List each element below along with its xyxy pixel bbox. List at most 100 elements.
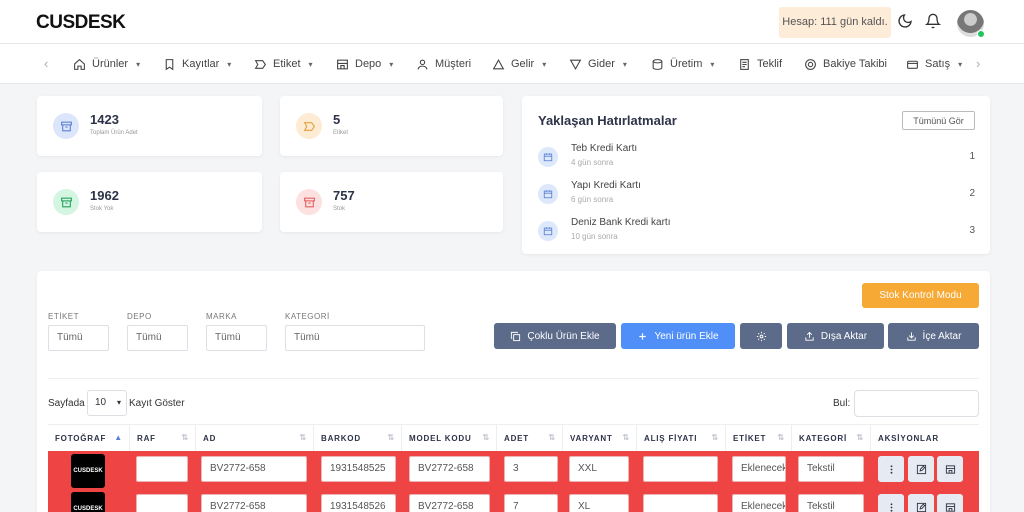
nav-item-urunler[interactable]: Ürünler ▾ xyxy=(73,44,140,84)
new-product-button[interactable]: Yeni ürün Ekle xyxy=(621,323,735,349)
adet-input[interactable]: 7 xyxy=(504,494,558,512)
document-icon xyxy=(740,58,749,70)
divider xyxy=(48,378,979,379)
adet-input[interactable]: 3 xyxy=(504,456,558,482)
calendar-icon xyxy=(538,184,558,204)
database-icon xyxy=(652,58,663,70)
filter-etiket-select[interactable]: Tümü xyxy=(48,325,109,351)
table-row: CUSDESK BV2772-658 1931548526 BV2772-658… xyxy=(48,489,979,512)
filter-label-depo: DEPO xyxy=(127,312,152,321)
column-header-kategori[interactable]: KATEGORİ ⇅ xyxy=(792,425,871,451)
ad-input[interactable]: BV2772-658 xyxy=(201,494,307,512)
reminder-item[interactable]: Yapı Kredi Kartı 6 gün sonra 2 xyxy=(538,180,975,210)
model-input[interactable]: BV2772-658 xyxy=(409,494,490,512)
column-header-model[interactable]: MODEL KODU ⇅ xyxy=(402,425,497,451)
dots-vertical-icon xyxy=(890,464,892,474)
nav-item-satis[interactable]: Satış ▾ xyxy=(906,44,962,84)
user-icon xyxy=(417,59,428,69)
stat-label: Toplam Ürün Adet xyxy=(90,130,138,136)
alis-fiyati-input[interactable] xyxy=(643,456,718,482)
page-size-prefix: Sayfada xyxy=(48,398,85,409)
column-header-barkod[interactable]: BARKOD ⇅ xyxy=(314,425,402,451)
dark-mode-icon[interactable] xyxy=(897,13,915,31)
nav-item-etiket[interactable]: Etiket ▾ xyxy=(254,44,313,84)
sort-icon: ⇅ xyxy=(777,433,785,442)
nav-item-bakiye-takibi[interactable]: Bakiye Takibi xyxy=(804,44,887,84)
column-header-adet[interactable]: ADET ⇅ xyxy=(497,425,563,451)
filter-label-kategori: KATEGORİ xyxy=(285,312,330,321)
see-all-button[interactable]: Tümünü Gör xyxy=(902,111,975,130)
search-label: Bul: xyxy=(833,398,851,409)
varyant-input[interactable]: XXL xyxy=(569,456,629,482)
chevron-down-icon: ▾ xyxy=(958,59,963,69)
account-status-badge[interactable]: Hesap: 111 gün kaldı. xyxy=(779,7,891,38)
model-input[interactable]: BV2772-658 xyxy=(409,456,490,482)
gear-icon xyxy=(756,331,766,341)
varyant-input[interactable]: XL xyxy=(569,494,629,512)
barkod-input[interactable]: 1931548526 xyxy=(321,494,396,512)
nav-item-teklif[interactable]: Teklif xyxy=(738,44,782,84)
column-header-raf[interactable]: RAF ⇅ xyxy=(130,425,196,451)
nav-item-depo[interactable]: Depo ▾ xyxy=(336,44,393,84)
stat-card-stok: 757 Stok xyxy=(280,172,503,232)
reminder-item[interactable]: Deniz Bank Kredi kartı 10 gün sonra 3 xyxy=(538,217,975,247)
edit-button[interactable] xyxy=(908,456,934,482)
filter-depo-select[interactable]: Tümü xyxy=(127,325,188,351)
alis-fiyati-input[interactable] xyxy=(643,494,718,512)
store-icon xyxy=(945,502,955,512)
user-avatar[interactable] xyxy=(957,10,985,38)
nav-item-gider[interactable]: Gider ▾ xyxy=(569,44,627,84)
store-button[interactable] xyxy=(937,494,963,512)
chevron-down-icon: ▾ xyxy=(389,59,394,69)
nav-scroll-left-icon[interactable]: ‹ xyxy=(44,56,48,71)
column-header-etiket[interactable]: ETİKET ⇅ xyxy=(726,425,792,451)
chevron-down-icon: ▾ xyxy=(136,59,141,69)
column-header-ad[interactable]: AD ⇅ xyxy=(196,425,314,451)
filter-label-marka: MARKA xyxy=(206,312,237,321)
filter-marka-select[interactable]: Tümü xyxy=(206,325,267,351)
export-button[interactable]: Dışa Aktar xyxy=(787,323,884,349)
logo[interactable]: CUSDESK xyxy=(36,12,126,34)
barkod-input[interactable]: 1931548525 xyxy=(321,456,396,482)
import-button[interactable]: İçe Aktar xyxy=(888,323,979,349)
page-size-select[interactable]: 10 ▾ xyxy=(87,390,127,416)
sort-icon: ⇅ xyxy=(548,433,556,442)
sort-icon: ⇅ xyxy=(711,433,719,442)
settings-button[interactable] xyxy=(740,323,782,349)
kategori-input[interactable]: Tekstil xyxy=(798,494,864,512)
sort-icon: ⇅ xyxy=(299,433,307,442)
etiket-input[interactable]: Eklenecek xyxy=(732,456,786,482)
sort-icon: ⇅ xyxy=(622,433,630,442)
etiket-input[interactable]: Eklenecek xyxy=(732,494,786,512)
notification-bell-icon[interactable] xyxy=(924,13,943,31)
stock-control-mode-button[interactable]: Stok Kontrol Modu xyxy=(862,283,979,308)
copy-icon xyxy=(511,331,521,341)
product-photo[interactable]: CUSDESK xyxy=(71,454,105,488)
stat-card-etiket: 5 Etiket xyxy=(280,96,503,156)
product-photo[interactable]: CUSDESK xyxy=(71,492,105,512)
nav-item-musteri[interactable]: Müşteri xyxy=(416,44,471,84)
nav-scroll-right-icon[interactable]: › xyxy=(976,56,980,71)
nav-item-kayitlar[interactable]: Kayıtlar ▾ xyxy=(163,44,231,84)
filter-kategori-select[interactable]: Tümü xyxy=(285,325,425,351)
nav-item-gelir[interactable]: Gelir ▾ xyxy=(492,44,546,84)
reminder-item[interactable]: Teb Kredi Kartı 4 gün sonra 1 xyxy=(538,143,975,173)
search-input[interactable] xyxy=(854,390,979,417)
store-icon xyxy=(337,59,348,69)
chevron-down-icon: ▾ xyxy=(542,59,547,69)
more-actions-button[interactable] xyxy=(878,456,904,482)
column-header-varyant[interactable]: VARYANT ⇅ xyxy=(563,425,637,451)
chevron-down-icon: ▾ xyxy=(710,59,715,69)
store-button[interactable] xyxy=(937,456,963,482)
ad-input[interactable]: BV2772-658 xyxy=(201,456,307,482)
chevron-down-icon: ▾ xyxy=(622,59,627,69)
raf-input[interactable] xyxy=(136,456,188,482)
kategori-input[interactable]: Tekstil xyxy=(798,456,864,482)
column-header-alis-fiyati[interactable]: ALIŞ FİYATI ⇅ xyxy=(637,425,726,451)
column-header-photo[interactable]: FOTOĞRAF ▲ xyxy=(48,425,130,451)
more-actions-button[interactable] xyxy=(878,494,904,512)
edit-button[interactable] xyxy=(908,494,934,512)
raf-input[interactable] xyxy=(136,494,188,512)
nav-item-uretim[interactable]: Üretim ▾ xyxy=(651,44,714,84)
bulk-add-button[interactable]: Çoklu Ürün Ekle xyxy=(494,323,616,349)
